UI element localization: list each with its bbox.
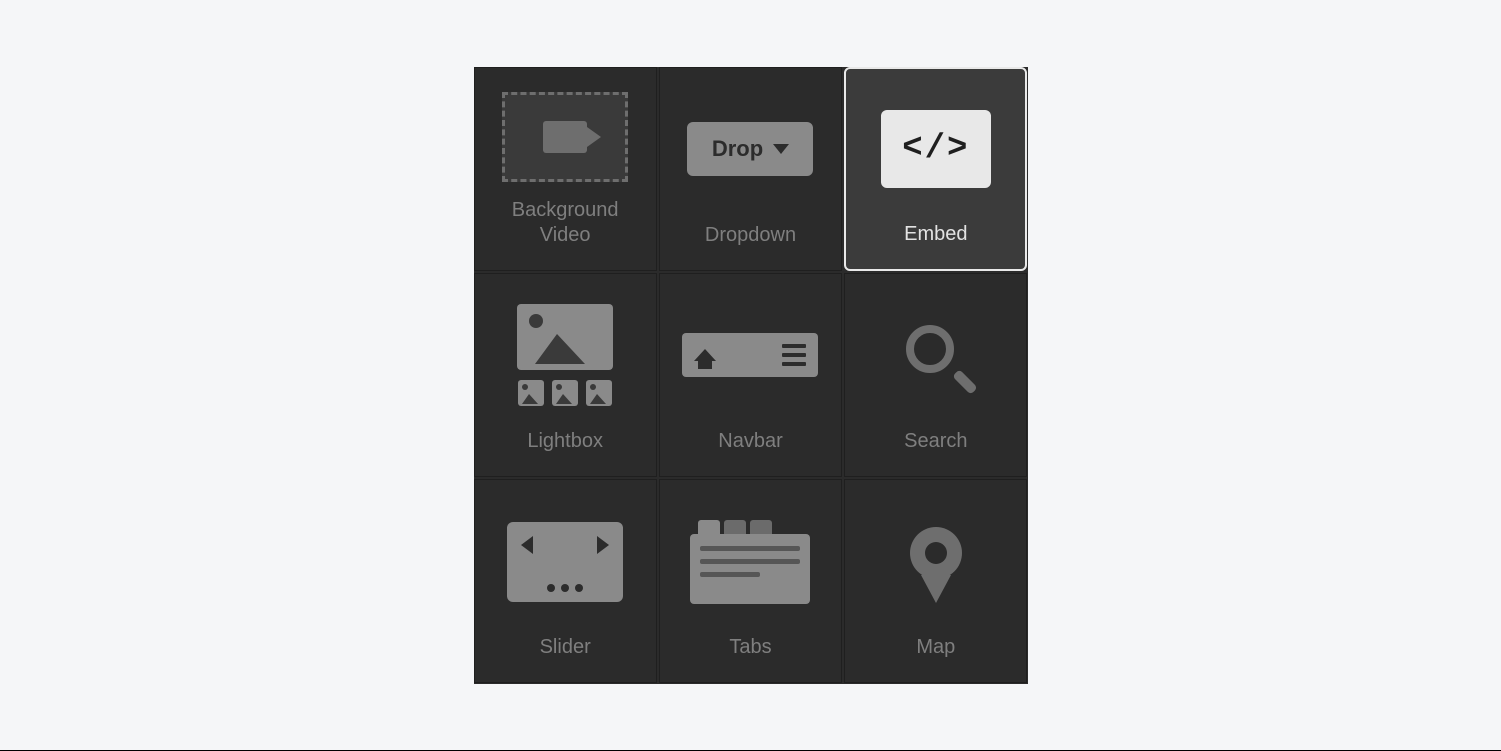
component-embed[interactable]: </> Embed [844,67,1027,271]
chevron-left-icon [521,536,533,554]
dropdown-icon: Drop [668,82,833,217]
component-label: Map [916,635,955,660]
search-icon [853,288,1018,423]
component-dropdown[interactable]: Drop Dropdown [659,67,842,271]
component-label: Search [904,429,967,454]
chevron-right-icon [597,536,609,554]
embed-icon: </> [854,83,1017,216]
slider-icon [483,494,648,629]
tabs-icon [668,494,833,629]
lightbox-icon [483,288,648,423]
component-slider[interactable]: Slider [474,479,657,683]
dropdown-text: Drop [712,136,763,162]
background-video-icon [483,82,648,192]
component-tabs[interactable]: Tabs [659,479,842,683]
component-label: Dropdown [705,223,796,248]
home-icon [694,349,716,361]
component-label: Navbar [718,429,782,454]
component-search[interactable]: Search [844,273,1027,477]
component-label: Embed [904,222,967,247]
components-panel: Background Video Drop Dropdown </> Embed… [474,67,1028,684]
component-lightbox[interactable]: Lightbox [474,273,657,477]
component-label: Slider [540,635,591,660]
chevron-down-icon [773,144,789,154]
component-label: Tabs [729,635,771,660]
component-label: Lightbox [527,429,603,454]
map-pin-icon [853,494,1018,629]
component-background-video[interactable]: Background Video [474,67,657,271]
code-icon: </> [902,130,969,168]
component-label: Background Video [512,198,619,248]
navbar-icon [668,288,833,423]
component-navbar[interactable]: Navbar [659,273,842,477]
component-map[interactable]: Map [844,479,1027,683]
hamburger-icon [782,344,806,366]
